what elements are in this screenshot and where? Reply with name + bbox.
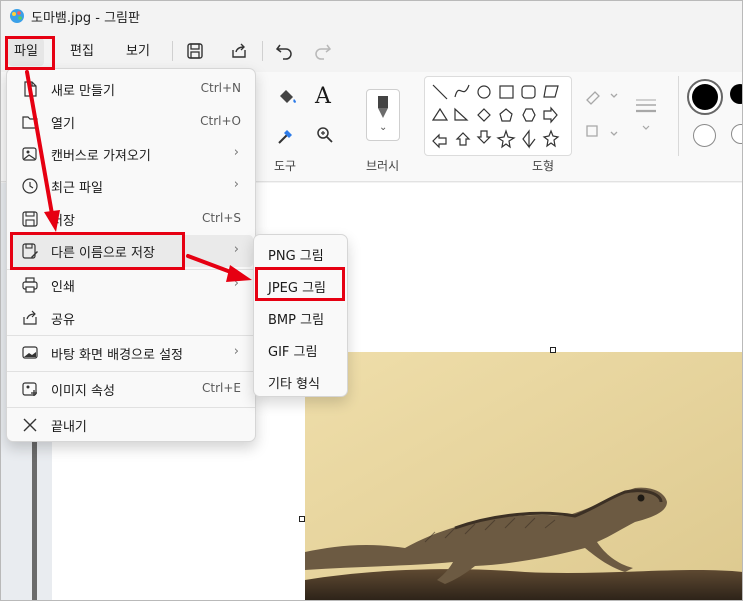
file-menu: 새로 만들기 Ctrl+N 열기 Ctrl+O 캔버스로 가져오기 › 최근 파… [6, 68, 256, 442]
wallpaper-icon [22, 346, 38, 359]
share-icon[interactable] [229, 41, 249, 61]
menu-item-import-canvas[interactable]: 캔버스로 가져오기 › [11, 138, 253, 170]
menu-item-label: 저장 [51, 214, 75, 229]
shortcut-label: Ctrl+N [200, 81, 241, 95]
image-import-icon [22, 147, 37, 161]
menu-edit[interactable]: 편집 [64, 38, 100, 66]
chevron-right-icon: › [233, 242, 239, 257]
outline-fill-icon[interactable] [583, 86, 623, 146]
save-as-other[interactable]: 기타 형식 [258, 367, 344, 397]
close-icon [23, 418, 37, 432]
menu-item-label: 다른 이름으로 저장 [51, 246, 155, 261]
brush-button[interactable]: ⌄ [366, 89, 400, 141]
menu-item-label: 이미지 속성 [51, 384, 115, 399]
shapes-gallery[interactable] [424, 76, 572, 156]
save-as-png[interactable]: PNG 그림 [258, 239, 344, 269]
menu-item-set-wallpaper[interactable]: 바탕 화면 배경으로 설정 › [11, 337, 253, 369]
menu-item-print[interactable]: 인쇄 › [11, 269, 253, 301]
size-icon[interactable] [634, 96, 658, 140]
menu-item-label: 바탕 화면 배경으로 설정 [51, 348, 183, 363]
chevron-right-icon: › [233, 276, 239, 291]
shortcut-label: Ctrl+S [201, 211, 241, 225]
menu-item-recent[interactable]: 최근 파일 › [11, 170, 253, 202]
menu-item-label: JPEG 그림 [268, 281, 327, 296]
menu-item-save[interactable]: 저장 Ctrl+S [11, 203, 253, 235]
save-as-gif[interactable]: GIF 그림 [258, 335, 344, 365]
save-icon [22, 211, 38, 227]
toolbar-separator [262, 41, 263, 61]
new-file-icon [24, 81, 37, 97]
menu-divider [7, 407, 255, 408]
menu-view[interactable]: 보기 [120, 38, 156, 66]
menu-item-open[interactable]: 열기 Ctrl+O [11, 106, 253, 138]
paint-app-icon [10, 9, 24, 23]
save-as-icon [22, 243, 38, 259]
clock-icon [22, 178, 38, 194]
fill-bucket-icon[interactable] [276, 86, 298, 108]
menu-bar [0, 32, 743, 70]
menu-divider [7, 335, 255, 336]
magnifier-icon[interactable] [316, 126, 334, 144]
save-icon[interactable] [185, 41, 205, 61]
shapes-group-label: 도형 [532, 159, 555, 173]
menu-item-label: 공유 [51, 313, 75, 328]
image-properties-icon [22, 382, 37, 396]
chevron-down-icon: ⌄ [379, 122, 388, 133]
menu-item-label: 인쇄 [51, 280, 75, 295]
menu-item-share[interactable]: 공유 [11, 302, 253, 334]
brush-group-label: 브러시 [366, 159, 400, 173]
menu-item-save-as[interactable]: 다른 이름으로 저장 › [11, 235, 253, 267]
redo-icon[interactable] [313, 41, 333, 61]
palette-color-black[interactable] [730, 84, 743, 104]
window-title: 도마뱀.jpg - 그림판 [31, 11, 140, 26]
tools-group-label: 도구 [274, 159, 297, 173]
printer-icon [22, 277, 38, 293]
shortcut-label: Ctrl+E [202, 381, 241, 395]
chevron-right-icon: › [233, 344, 239, 359]
menu-item-label: 끝내기 [51, 420, 87, 435]
menu-item-label: PNG 그림 [268, 249, 324, 264]
chevron-right-icon: › [233, 145, 239, 160]
menu-item-label: 열기 [51, 117, 75, 132]
color1-swatch[interactable] [687, 79, 723, 115]
menu-item-label: BMP 그림 [268, 313, 325, 328]
menu-item-exit[interactable]: 끝내기 [11, 409, 253, 441]
save-as-bmp[interactable]: BMP 그림 [258, 303, 344, 333]
menu-item-label: 기타 형식 [268, 377, 320, 392]
save-as-submenu: PNG 그림 JPEG 그림 BMP 그림 GIF 그림 기타 형식 [253, 234, 348, 397]
menu-item-label: 캔버스로 가져오기 [51, 149, 151, 164]
color-picker-icon[interactable] [276, 126, 296, 146]
menu-item-label: GIF 그림 [268, 345, 318, 360]
title-bar: 도마뱀.jpg - 그림판 [0, 0, 743, 32]
color2-swatch[interactable] [693, 124, 716, 147]
undo-icon[interactable] [274, 41, 294, 61]
resize-handle[interactable] [299, 516, 305, 522]
lizard-image [305, 352, 743, 601]
menu-file[interactable]: 파일 [8, 38, 44, 66]
folder-icon [22, 116, 38, 129]
share-icon [23, 310, 37, 325]
menu-item-label: 최근 파일 [51, 181, 103, 196]
shortcut-label: Ctrl+O [200, 114, 241, 128]
resize-handle[interactable] [550, 347, 556, 353]
menu-item-label: 새로 만들기 [51, 84, 115, 99]
shapes-grid-icon [431, 84, 560, 149]
lizard-photo[interactable] [305, 352, 743, 601]
toolbar-separator [172, 41, 173, 61]
menu-divider [7, 371, 255, 372]
chevron-right-icon: › [233, 177, 239, 192]
brush-icon [378, 96, 388, 118]
save-as-jpeg[interactable]: JPEG 그림 [258, 271, 344, 301]
ribbon-separator [678, 76, 679, 156]
menu-item-properties[interactable]: 이미지 속성 Ctrl+E [11, 373, 253, 405]
vertical-scrollbar[interactable] [32, 430, 37, 601]
menu-item-new[interactable]: 새로 만들기 Ctrl+N [11, 73, 253, 105]
text-tool-icon[interactable]: A [315, 84, 331, 109]
